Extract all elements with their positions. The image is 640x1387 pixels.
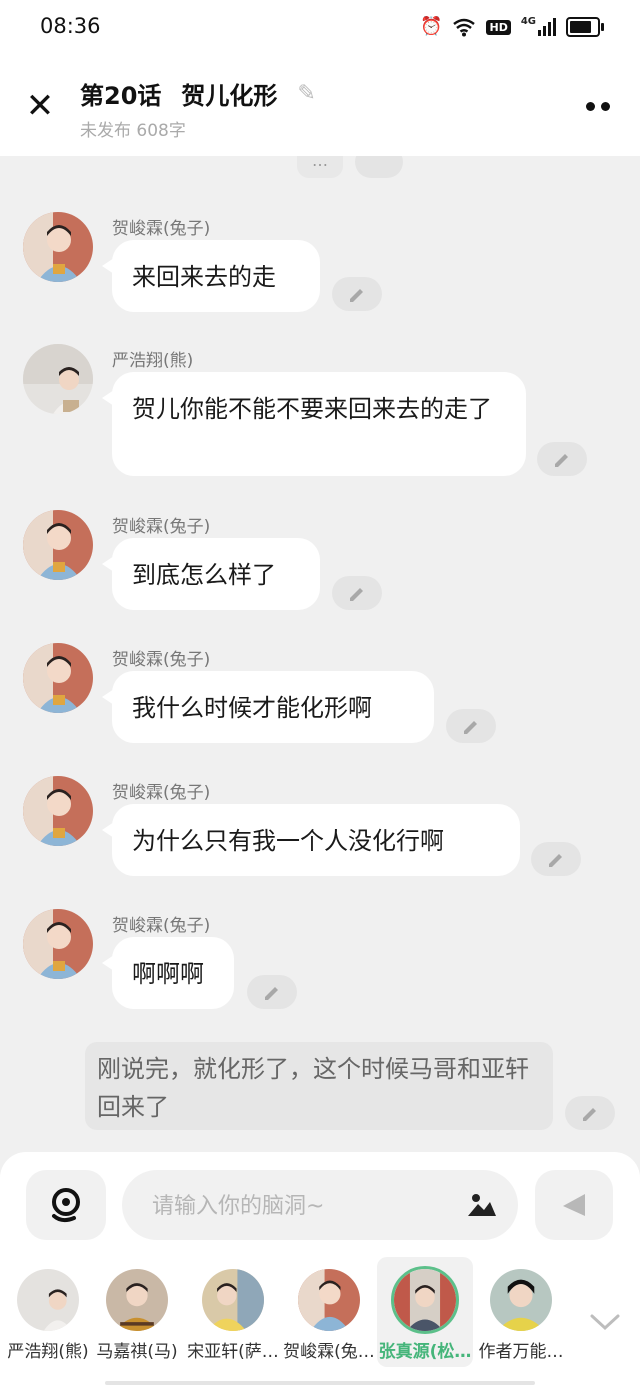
status-time: 08:36 — [40, 14, 101, 38]
page-title: 第20话 贺儿化形 ✎ — [80, 76, 316, 111]
image-icon[interactable] — [466, 1190, 498, 1220]
message-bubble[interactable]: 到底怎么样了 — [102, 538, 320, 610]
character-name: 宋亚轩(萨… — [187, 1342, 279, 1362]
chapter-status: 未发布 608字 — [80, 121, 186, 141]
edit-message-button[interactable] — [531, 842, 581, 876]
pencil-icon — [464, 721, 477, 734]
horizontal-scrollbar[interactable] — [105, 1381, 535, 1385]
send-icon — [563, 1194, 585, 1216]
character-name: 作者万能… — [478, 1342, 564, 1362]
sender-name: 贺峻霖(兔子) — [112, 783, 211, 803]
character-name: 贺峻霖(兔… — [283, 1342, 375, 1362]
composer-panel: 严浩翔(熊) 马嘉祺(马) 宋亚轩(萨… 贺峻霖(兔… 张真源(松… — [0, 1152, 640, 1387]
battery-icon — [566, 17, 604, 37]
character-chip[interactable]: 作者万能… — [473, 1257, 569, 1367]
sender-name: 严浩翔(熊) — [112, 351, 194, 371]
send-button[interactable] — [535, 1170, 613, 1240]
sender-name: 贺峻霖(兔子) — [112, 650, 211, 670]
narration-block[interactable]: 刚说完，就化形了，这个时候马哥和亚轩回来了 — [85, 1042, 553, 1130]
message-bubble[interactable]: 啊啊啊 — [102, 937, 234, 1009]
character-chip-selected[interactable]: 张真源(松… — [377, 1257, 473, 1367]
message-input[interactable] — [150, 1170, 452, 1242]
pencil-icon — [265, 987, 278, 1000]
message-bubble[interactable]: 来回来去的走 — [102, 240, 320, 312]
swirl-icon — [52, 1188, 80, 1223]
edit-message-button[interactable] — [446, 709, 496, 743]
network-label: 4G — [520, 16, 536, 27]
character-selector: 严浩翔(熊) 马嘉祺(马) 宋亚轩(萨… 贺峻霖(兔… 张真源(松… 作者万能… — [0, 1257, 640, 1387]
edit-message-button[interactable] — [332, 576, 382, 610]
signal-icon — [538, 18, 556, 36]
message-bubble[interactable]: 贺儿你能不能不要来回来去的走了 — [102, 372, 526, 476]
avatar — [391, 1266, 459, 1334]
avatar — [490, 1269, 552, 1331]
edit-message-button[interactable] — [247, 975, 297, 1009]
pencil-icon — [549, 854, 562, 867]
edit-message-button[interactable] — [355, 156, 403, 178]
hd-icon: HD — [486, 19, 511, 35]
previous-message-fragment: … — [297, 156, 343, 178]
avatar[interactable] — [23, 776, 93, 846]
avatar — [17, 1269, 79, 1331]
status-icons: ⏰ HD 4G — [420, 16, 604, 38]
close-button[interactable]: ✕ — [20, 86, 60, 126]
character-name: 张真源(松… — [378, 1342, 472, 1362]
chapter-header: ✕ 第20话 贺儿化形 ✎ 未发布 608字 — [0, 56, 640, 156]
message-bubble[interactable]: 我什么时候才能化形啊 — [102, 671, 434, 743]
sender-name: 贺峻霖(兔子) — [112, 916, 211, 936]
sender-name: 贺峻霖(兔子) — [112, 219, 211, 239]
character-chip[interactable]: 严浩翔(熊) — [0, 1257, 96, 1367]
voice-button[interactable] — [26, 1170, 106, 1240]
avatar[interactable] — [23, 643, 93, 713]
avatar — [106, 1269, 168, 1331]
edit-title-icon[interactable]: ✎ — [297, 81, 315, 106]
pencil-icon — [350, 289, 363, 302]
avatar[interactable] — [23, 344, 93, 414]
alarm-icon: ⏰ — [420, 16, 443, 37]
avatar[interactable] — [23, 909, 93, 979]
pencil-icon — [350, 588, 363, 601]
chat-area[interactable]: … 贺峻霖(兔子) 来回来去的走 严浩翔(熊) 贺儿你能不能不要来回来去的走了 … — [0, 156, 640, 1156]
message-bubble[interactable]: 为什么只有我一个人没化行啊 — [102, 804, 520, 876]
avatar[interactable] — [23, 510, 93, 580]
wifi-icon — [453, 18, 476, 37]
edit-message-button[interactable] — [537, 442, 587, 476]
pencil-icon — [583, 1108, 596, 1121]
chevron-down-icon[interactable] — [588, 1312, 622, 1332]
more-options-button[interactable] — [586, 96, 614, 116]
avatar[interactable] — [23, 212, 93, 282]
avatar — [298, 1269, 360, 1331]
character-chip[interactable]: 宋亚轩(萨… — [185, 1257, 281, 1367]
status-bar: 08:36 ⏰ HD 4G — [0, 0, 640, 56]
edit-message-button[interactable] — [332, 277, 382, 311]
edit-narration-button[interactable] — [565, 1096, 615, 1130]
avatar — [202, 1269, 264, 1331]
chapter-number: 第20话 — [80, 82, 162, 110]
pencil-icon — [555, 454, 568, 467]
character-chip[interactable]: 马嘉祺(马) — [89, 1257, 185, 1367]
character-chip[interactable]: 贺峻霖(兔… — [281, 1257, 377, 1367]
sender-name: 贺峻霖(兔子) — [112, 517, 211, 537]
composer-input-box — [122, 1170, 518, 1242]
character-name: 马嘉祺(马) — [96, 1342, 178, 1362]
chapter-name[interactable]: 贺儿化形 — [181, 76, 277, 111]
